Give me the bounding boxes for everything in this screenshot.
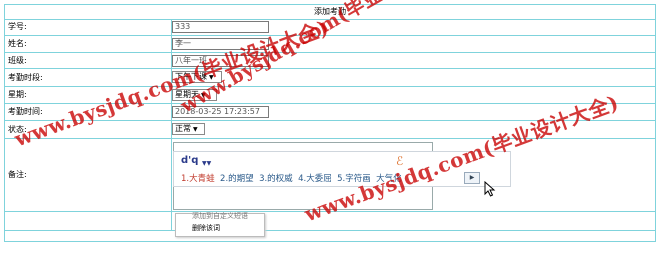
row-divider bbox=[5, 86, 655, 87]
row-divider bbox=[5, 52, 655, 53]
context-menu: 添加到自定义短语 删除该词 bbox=[175, 211, 265, 237]
status-select[interactable]: 正常 ▼ bbox=[172, 123, 205, 135]
context-menu-item[interactable]: 删除该词 bbox=[192, 223, 220, 233]
context-menu-item[interactable]: 添加到自定义短语 bbox=[192, 211, 248, 221]
row-divider bbox=[5, 230, 655, 231]
ime-candidate[interactable]: 4.大委屈 bbox=[298, 174, 332, 184]
label-name: 姓名: bbox=[8, 39, 27, 48]
label-student-id: 学号: bbox=[8, 22, 27, 31]
mouse-pointer-icon bbox=[484, 181, 496, 197]
chevron-down-icon: ▼ bbox=[193, 126, 198, 133]
row-divider bbox=[5, 68, 655, 69]
row-divider bbox=[5, 138, 655, 139]
ime-composition: d'q bbox=[181, 155, 199, 166]
student-id-input[interactable]: 333 bbox=[172, 21, 269, 33]
label-remark: 备注: bbox=[8, 170, 27, 179]
status-selected: 正常 bbox=[175, 124, 191, 133]
label-class: 班级: bbox=[8, 56, 27, 65]
ime-candidate[interactable]: 1.大青蛙 bbox=[181, 174, 215, 184]
ime-candidate[interactable]: 3.的权威 bbox=[259, 174, 293, 184]
next-page-icon[interactable]: ▶ bbox=[464, 172, 480, 184]
label-weekday: 星期: bbox=[8, 90, 27, 99]
label-period: 考勤时段: bbox=[8, 73, 43, 82]
ime-caret-icon: ▼▼ bbox=[202, 160, 212, 167]
ime-candidate[interactable]: 2.的期望 bbox=[220, 174, 254, 184]
